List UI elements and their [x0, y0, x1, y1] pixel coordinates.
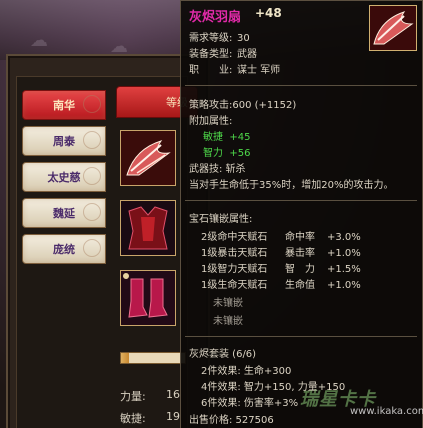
divider — [185, 85, 417, 86]
stat-label-agility: 敏捷: — [120, 412, 146, 425]
req-level-label: 需求等级: — [189, 33, 233, 44]
attr-value: +56 — [229, 148, 251, 159]
item-tooltip: 灰烬羽扇 +48 需求等级: 30 装备类型: 武器 职 业: 谋士 军师 策略攻击:… — [180, 0, 423, 428]
req-level-line: 需求等级: 30 — [189, 29, 250, 44]
tab-label: 太史慈 — [47, 171, 81, 184]
gem-title: 宝石镶嵌属性: — [189, 214, 253, 225]
item-name: 灰烬羽扇 — [189, 10, 242, 25]
attr-name: 敏捷 — [203, 132, 223, 143]
set-effect-label: 4件效果: — [201, 382, 241, 393]
swirl-icon — [83, 203, 101, 221]
equip-slot-armor[interactable] — [120, 200, 176, 256]
set-effect-label: 2件效果: — [201, 366, 241, 377]
equip-type-label: 装备类型: — [189, 49, 233, 60]
game-scene: ☁ ☁ 南华 周泰 太史慈 魏延 庞统 等级 力量: 16 敏捷: 19 灰烬羽… — [0, 0, 423, 428]
swirl-icon — [83, 167, 101, 185]
cloud-ornament-icon: ☁ — [30, 30, 48, 51]
gem-row: 2级命中天赋石 命中率 +3.0% — [201, 228, 361, 243]
gem-value: +3.0% — [327, 232, 361, 243]
swirl-icon — [83, 239, 101, 257]
feather-fan-icon — [370, 6, 416, 50]
set-effect-label: 6件效果: — [201, 398, 241, 409]
gem-attr: 智 力 — [285, 264, 315, 275]
tab-general-2[interactable]: 太史慈 — [22, 162, 106, 192]
swirl-icon — [83, 131, 101, 149]
watermark-url: www.ikaka.com — [350, 406, 423, 417]
weapon-skill-desc: 当对手生命低于35%时，增加20%的攻击力。 — [189, 180, 394, 191]
class-value: 谋士 军师 — [237, 65, 281, 76]
gem-row: 1级生命天赋石 生命值 +1.0% — [201, 276, 361, 291]
tab-label: 魏延 — [53, 207, 75, 220]
req-level-value: 30 — [237, 33, 250, 44]
attr-name: 智力 — [203, 148, 223, 159]
tab-label: 南华 — [53, 99, 75, 112]
extra-attr-agility: 敏捷 +45 — [203, 128, 250, 143]
gem-value: +1.0% — [327, 248, 361, 259]
divider — [185, 200, 417, 201]
extra-attr-intelligence: 智力 +56 — [203, 144, 250, 159]
gem-attr: 暴击率 — [285, 248, 315, 259]
set-effect-row: 6件效果: 伤害率+3% — [201, 394, 298, 409]
attr-value: +45 — [229, 132, 251, 143]
feather-fan-icon — [121, 131, 175, 185]
divider — [185, 336, 417, 337]
equip-slot-weapon[interactable] — [120, 130, 176, 186]
gem-name: 1级生命天赋石 — [201, 280, 268, 291]
gem-name: 1级暴击天赋石 — [201, 248, 268, 259]
tab-label: 周泰 — [53, 135, 75, 148]
set-effect-row: 2件效果: 生命+300 — [201, 362, 291, 377]
gem-row: 1级智力天赋石 智 力 +1.5% — [201, 260, 361, 275]
class-label: 职 业: — [189, 65, 233, 76]
tab-general-0[interactable]: 南华 — [22, 90, 106, 120]
tab-general-1[interactable]: 周泰 — [22, 126, 106, 156]
gem-name: 1级智力天赋石 — [201, 264, 268, 275]
gem-name: 2级命中天赋石 — [201, 232, 268, 243]
weapon-skill-line: 武器技: 斩杀 — [189, 164, 246, 175]
equip-type-line: 装备类型: 武器 — [189, 45, 257, 60]
item-icon — [369, 5, 417, 51]
equip-type-value: 武器 — [237, 49, 257, 60]
tab-general-4[interactable]: 庞统 — [22, 234, 106, 264]
swirl-icon — [83, 95, 101, 113]
attack-line: 策略攻击:600 (+1152) — [189, 100, 297, 111]
stat-value-strength: 16 — [166, 388, 180, 401]
stat-label-strength: 力量: — [120, 390, 146, 403]
gem-value: +1.0% — [327, 280, 361, 291]
unsocketed-slot: 未镶嵌 — [213, 298, 243, 309]
gem-row: 1级暴击天赋石 暴击率 +1.0% — [201, 244, 361, 259]
gem-attr: 生命值 — [285, 280, 315, 291]
boots-icon — [121, 271, 175, 325]
progress-bar — [120, 352, 186, 364]
progress-fill — [121, 353, 129, 363]
slot-marker-icon — [123, 273, 129, 279]
gem-value: +1.5% — [327, 264, 361, 275]
gem-attr: 命中率 — [285, 232, 315, 243]
unsocketed-slot: 未镶嵌 — [213, 316, 243, 327]
set-effect-value: 伤害率+3% — [243, 398, 299, 409]
sell-price: 出售价格: 527506 — [189, 415, 274, 426]
equip-slot-boots[interactable] — [120, 270, 176, 326]
stat-value-agility: 19 — [166, 410, 180, 423]
class-line: 职 业: 谋士 军师 — [189, 61, 280, 76]
set-effect-value: 生命+300 — [243, 366, 292, 377]
extra-attr-title: 附加属性: — [189, 116, 233, 127]
set-title: 灰烬套装 (6/6) — [189, 349, 257, 360]
armor-icon — [121, 201, 175, 255]
enhance-level: +48 — [255, 6, 282, 20]
tab-label: 庞统 — [53, 243, 75, 256]
tab-general-3[interactable]: 魏延 — [22, 198, 106, 228]
